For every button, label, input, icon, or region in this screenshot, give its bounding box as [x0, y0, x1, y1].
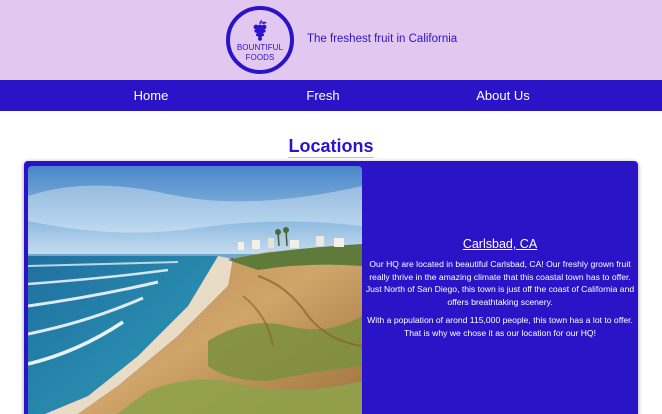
location-paragraph-2: With a population of arond 115,000 peopl…: [367, 315, 633, 338]
nav-item-home[interactable]: Home: [134, 80, 169, 111]
location-name[interactable]: Carlsbad, CA: [364, 237, 636, 251]
tagline: The freshest fruit in California: [307, 33, 458, 45]
coastal-cliffs-photo: [28, 166, 362, 414]
nav-item-fresh[interactable]: Fresh: [306, 80, 339, 111]
page-title: Locations: [288, 136, 374, 158]
page-title-wrap: Locations: [0, 122, 662, 160]
logo[interactable]: BOUNTIFUL FOODS: [226, 6, 294, 74]
site-header: BOUNTIFUL FOODS The freshest fruit in Ca…: [0, 0, 662, 80]
nav-item-about-us[interactable]: About Us: [476, 80, 529, 111]
location-details: Carlsbad, CA Our HQ are located in beaut…: [364, 237, 636, 346]
location-card: Carlsbad, CA Our HQ are located in beaut…: [24, 161, 638, 414]
logo-text-line2: FOODS: [245, 53, 275, 62]
grapes-icon: [253, 20, 267, 41]
logo-text-line1: BOUNTIFUL: [236, 43, 284, 52]
main-nav: Home Fresh About Us: [0, 80, 662, 111]
location-paragraph-1: Our HQ are located in beautiful Carlsbad…: [365, 259, 635, 307]
